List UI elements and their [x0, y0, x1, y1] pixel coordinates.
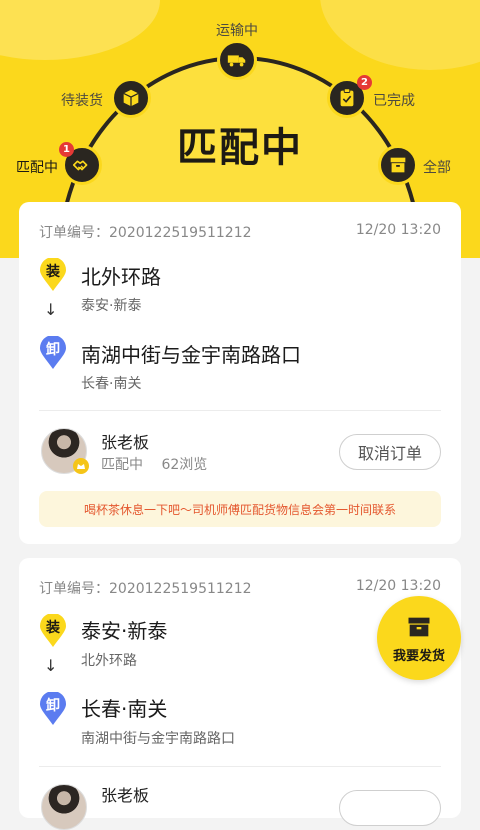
- load-pin: 装: [39, 257, 67, 292]
- archive-icon: [390, 157, 406, 173]
- user-name: 张老板: [101, 786, 150, 805]
- unload-region: 长春·南关: [81, 376, 142, 392]
- route-arrow: ↓: [44, 656, 58, 675]
- load-region: 泰安·新泰: [81, 298, 142, 314]
- box-icon: [123, 89, 139, 107]
- tab-completed-badge: 2: [357, 75, 372, 90]
- notice-banner: 喝杯茶休息一下吧～司机师傅匹配货物信息会第一时间联系: [39, 491, 441, 527]
- route-arrow: ↓: [44, 300, 58, 319]
- avatar[interactable]: [41, 784, 87, 830]
- user-meta: 匹配中 62浏览: [101, 454, 207, 474]
- tab-to-load-label[interactable]: 待装货: [61, 90, 103, 110]
- order-time: 12/20 13:20: [355, 578, 441, 594]
- unload-location: 南湖中街与金宇南路路口: [81, 343, 301, 367]
- cancel-order-button[interactable]: 取消订单: [339, 434, 441, 470]
- ship-cargo-label: 我要发货: [392, 648, 445, 664]
- tab-to-load[interactable]: [111, 78, 151, 118]
- unload-location: 长春·南关: [81, 697, 168, 721]
- order-number: 订单编号：2020122519511212: [39, 225, 252, 241]
- cargo-box-icon: [408, 617, 430, 636]
- tab-in-transit-label[interactable]: 运输中: [216, 20, 258, 40]
- tab-all-label[interactable]: 全部: [423, 157, 451, 177]
- load-region: 北外环路: [81, 653, 137, 669]
- order-status: 匹配中: [101, 457, 143, 473]
- tab-in-transit[interactable]: [217, 40, 257, 80]
- crown-icon: [73, 458, 89, 474]
- ship-cargo-button[interactable]: 我要发货: [377, 596, 461, 680]
- unload-region: 南湖中街与金宇南路路口: [81, 731, 235, 747]
- order-card[interactable]: 订单编号：2020122519511212 12/20 13:20 装 泰安·新…: [19, 558, 461, 830]
- handshake-icon: [72, 160, 88, 171]
- order-number: 订单编号：2020122519511212: [39, 581, 252, 597]
- view-count: 62浏览: [161, 457, 208, 473]
- tab-completed-label[interactable]: 已完成: [373, 90, 415, 110]
- tab-all[interactable]: [378, 145, 418, 185]
- divider: [39, 410, 441, 411]
- truck-icon: [227, 55, 246, 67]
- load-location: 北外环路: [81, 265, 161, 289]
- unload-pin: 卸: [39, 335, 67, 370]
- cancel-order-button[interactable]: [339, 790, 441, 826]
- order-card[interactable]: 订单编号：2020122519511212 12/20 13:20 装 北外环路…: [19, 202, 461, 544]
- user-name: 张老板: [101, 433, 150, 452]
- divider: [39, 766, 441, 767]
- tab-matching-badge: 1: [59, 142, 74, 157]
- clipboard-check-icon: [340, 88, 354, 107]
- load-location: 泰安·新泰: [81, 619, 168, 643]
- load-pin: 装: [39, 613, 67, 648]
- order-time: 12/20 13:20: [355, 222, 441, 238]
- tab-matching-label[interactable]: 匹配中: [16, 157, 58, 177]
- unload-pin: 卸: [39, 691, 67, 726]
